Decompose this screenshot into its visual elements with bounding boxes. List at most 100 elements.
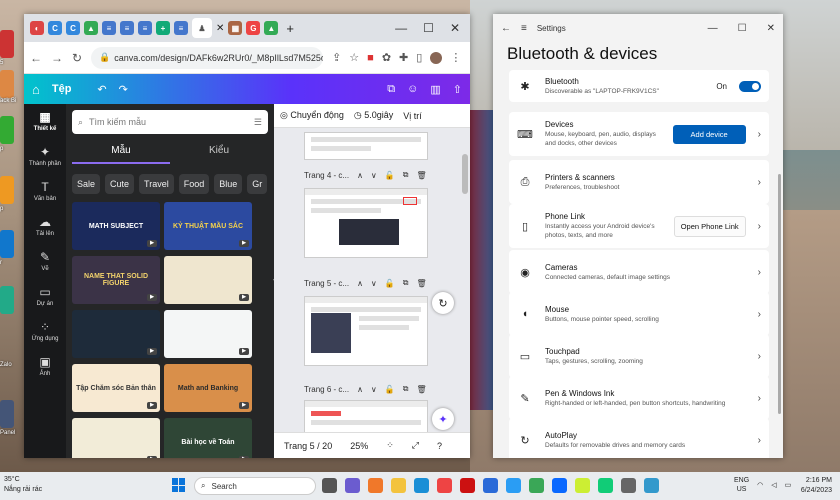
acrobat-icon[interactable] (460, 478, 475, 493)
close-window-icon[interactable]: ✕ (450, 21, 460, 35)
rail-item-apps[interactable]: ⁘ Ứng dụng (32, 320, 59, 342)
weather-widget[interactable]: 35°C Nắng rải rác (4, 475, 42, 495)
chip[interactable]: Blue (214, 174, 243, 194)
filter-icon[interactable]: ☰ (254, 117, 262, 128)
resize-icon[interactable]: ⧉ (387, 83, 395, 96)
maximize-icon[interactable]: ☐ (738, 23, 747, 34)
app-icon[interactable] (644, 478, 659, 493)
position-button[interactable]: Vị trí (403, 111, 422, 121)
template-thumb[interactable]: ▶ (164, 310, 252, 358)
template-search-input[interactable]: ⌕ Tìm kiếm mẫu ☰ (72, 110, 268, 134)
tab-icon[interactable]: ▦ (228, 21, 243, 35)
magic-icon[interactable]: ✦ (432, 408, 454, 430)
fullscreen-icon[interactable]: ⤢ (412, 440, 419, 451)
settings-item-devices[interactable]: ⌨ Devices Mouse, keyboard, pen, audio, di… (509, 112, 769, 156)
app-icon[interactable] (575, 478, 590, 493)
maximize-icon[interactable]: ☐ (423, 21, 434, 35)
settings-item-printers[interactable]: ⎙ Printers & scanners Preferences, troubl… (509, 160, 769, 204)
duplicate-icon[interactable]: ⧉ (403, 170, 409, 180)
chip[interactable]: Sale (72, 174, 101, 194)
lock-icon[interactable]: 🔓 (385, 171, 395, 180)
animate-button[interactable]: ◎ Chuyển động (280, 110, 344, 121)
edge-dev-icon[interactable] (598, 478, 613, 493)
grid-view-icon[interactable]: ⁘ (386, 440, 394, 451)
tab-icon[interactable]: ≡ (174, 21, 188, 35)
open-phone-link-button[interactable]: Open Phone Link (673, 215, 746, 237)
desktop-icon[interactable] (0, 230, 14, 258)
menu-dots-icon[interactable]: ⋮ (450, 51, 461, 64)
star-icon[interactable]: ☆ (349, 51, 359, 64)
volume-icon[interactable]: ◁ (771, 481, 776, 490)
duplicate-icon[interactable]: ⧉ (403, 384, 409, 394)
tab-icon[interactable]: C (66, 21, 80, 35)
template-thumb[interactable]: MATH SUBJECT ▶ (72, 202, 160, 250)
close-tab-icon[interactable]: ✕ (216, 23, 224, 34)
rail-item-design[interactable]: ▦ Thiết kế (34, 110, 57, 132)
page-thumb[interactable] (304, 132, 428, 160)
chip[interactable]: Gr (247, 174, 268, 194)
url-field[interactable]: 🔒 canva.com/design/DAFk6w2RUr0/_M8pIlLsd… (91, 46, 324, 69)
template-thumb[interactable]: ▶ (72, 310, 160, 358)
page-thumb[interactable] (304, 188, 428, 258)
forward-icon[interactable]: → (51, 51, 63, 65)
help-icon[interactable]: ? (437, 441, 442, 451)
template-thumb[interactable]: ▶ (164, 256, 252, 304)
minimize-icon[interactable]: — (708, 23, 718, 34)
firefox-icon[interactable] (368, 478, 383, 493)
chevron-down-icon[interactable]: ∨ (371, 279, 377, 288)
extension-icon[interactable]: ■ (367, 52, 374, 64)
tab-icon[interactable]: + (156, 21, 170, 35)
zoom-level[interactable]: 25% (350, 441, 368, 451)
share-icon[interactable]: ⇪ (332, 51, 341, 64)
home-icon[interactable]: ⌂ (32, 82, 40, 97)
trash-icon[interactable]: 🗑 (416, 171, 426, 180)
desktop-icon[interactable] (0, 116, 14, 144)
zalo-icon[interactable] (552, 478, 567, 493)
edge-icon[interactable] (414, 478, 429, 493)
template-thumb[interactable]: Bài học về Toán▶ (164, 418, 252, 458)
rail-item-photos[interactable]: ▣ Ảnh (39, 355, 50, 377)
file-menu[interactable]: Tệp (52, 83, 72, 95)
back-icon[interactable]: ← (30, 51, 42, 65)
scrollbar[interactable] (462, 154, 468, 194)
lock-icon[interactable]: 🔓 (385, 385, 395, 394)
desktop-icon[interactable] (0, 30, 14, 58)
rail-item-elements[interactable]: ✦ Thành phần (29, 145, 61, 167)
back-icon[interactable]: ← (501, 23, 511, 34)
trash-icon[interactable]: 🗑 (416, 279, 426, 288)
template-thumb[interactable]: Math and Banking ▶ (164, 364, 252, 412)
tab-styles[interactable]: Kiểu (170, 142, 268, 164)
windows-start-icon[interactable] (172, 478, 186, 492)
rail-item-text[interactable]: T Văn bản (34, 180, 56, 202)
extension-icon[interactable]: ✿ (382, 51, 391, 64)
settings-item-mouse[interactable]: ◖ Mouse Buttons, mouse pointer speed, scr… (509, 292, 769, 336)
photos-icon[interactable] (506, 478, 521, 493)
redo-icon[interactable]: ↷ (119, 83, 128, 96)
settings-item-touchpad[interactable]: ▭ Touchpad Taps, gestures, scrolling, zoo… (509, 334, 769, 378)
tab-icon[interactable]: ≡ (102, 21, 116, 35)
tab-active[interactable]: ♟ (192, 18, 212, 38)
avatar[interactable] (430, 51, 443, 64)
chip[interactable]: Travel (139, 174, 174, 194)
rail-item-uploads[interactable]: ☁ Tải lên (36, 215, 54, 237)
explorer-icon[interactable] (391, 478, 406, 493)
rail-item-draw[interactable]: ✎ Vẽ (40, 250, 50, 272)
taskbar-search-input[interactable]: ⌕ Search (194, 477, 316, 495)
rail-item-projects[interactable]: ▭ Dự án (37, 285, 54, 307)
new-tab-button[interactable]: + (286, 21, 294, 36)
undo-icon[interactable]: ↶ (97, 83, 106, 96)
duration-button[interactable]: ◷ 5.0giây (354, 110, 393, 121)
settings-item-cameras[interactable]: ◉ Cameras Connected cameras, default imag… (509, 250, 769, 294)
tab-icon[interactable]: G (246, 21, 261, 35)
puzzle-icon[interactable]: ✚ (399, 51, 408, 64)
add-device-button[interactable]: Add device (672, 124, 746, 144)
battery-icon[interactable]: ▭ (785, 481, 792, 490)
meet-icon[interactable] (345, 478, 360, 493)
sidepanel-icon[interactable]: ▯ (416, 51, 422, 64)
bluetooth-toggle[interactable] (739, 80, 761, 92)
chevron-down-icon[interactable]: ∨ (371, 385, 377, 394)
chip[interactable]: Cute (105, 174, 135, 194)
task-view-icon[interactable] (322, 478, 337, 493)
language-indicator[interactable]: ENG US (734, 476, 749, 494)
tab-icon[interactable]: ▲ (264, 21, 279, 35)
